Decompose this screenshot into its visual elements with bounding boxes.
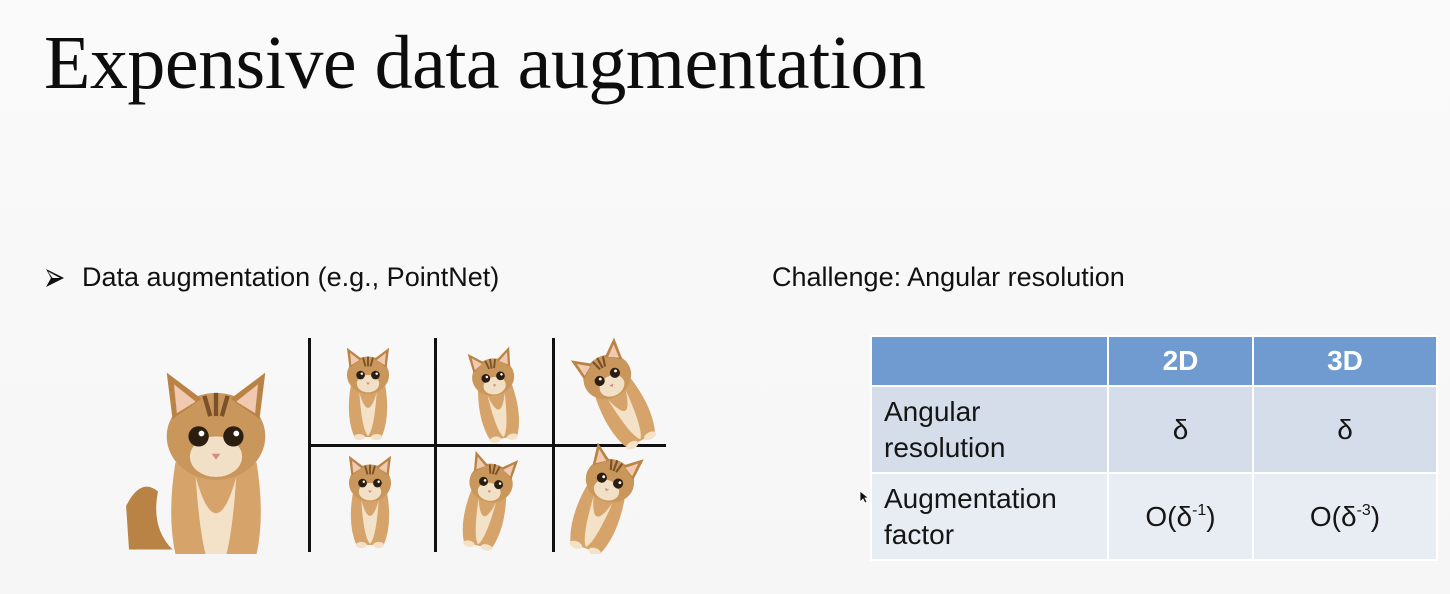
table-header-row: 2D 3D bbox=[870, 335, 1438, 387]
formula-base: O(δ bbox=[1309, 500, 1357, 532]
bullet-text: Data augmentation (e.g., PointNet) bbox=[82, 262, 500, 292]
row-label-line: factor bbox=[884, 518, 955, 550]
table-header-cell bbox=[870, 335, 1109, 387]
table-header-2d: 2D bbox=[1107, 335, 1254, 387]
formula-close: ) bbox=[1370, 500, 1381, 532]
cell-2d: δ bbox=[1107, 385, 1254, 474]
formula-close: ) bbox=[1206, 500, 1216, 532]
table-row: Augmentation factor O(δ-1) O(δ-3) bbox=[870, 472, 1438, 561]
cell-3d: δ bbox=[1252, 385, 1438, 474]
row-label-line: resolution bbox=[884, 431, 1006, 463]
augmentation-image bbox=[126, 336, 666, 554]
row-label: Augmentation factor bbox=[870, 472, 1109, 561]
row-label-line: Augmentation bbox=[884, 482, 1057, 514]
slide-title: Expensive data augmentation bbox=[44, 21, 926, 105]
large-kitten-image bbox=[126, 373, 265, 554]
formula-base: O(δ bbox=[1145, 500, 1193, 532]
mouse-pointer-icon bbox=[859, 490, 869, 504]
arrowhead-bullet-icon bbox=[46, 268, 64, 287]
augmentation-image-grid bbox=[120, 336, 670, 554]
table-row: Angular resolution δ δ bbox=[870, 385, 1438, 474]
row-label: Angular resolution bbox=[870, 385, 1109, 474]
challenge-text: Challenge: Angular resolution bbox=[772, 262, 1125, 292]
table-header-3d: 3D bbox=[1252, 335, 1438, 387]
formula-exponent: -1 bbox=[1192, 501, 1207, 519]
angular-resolution-table: 2D 3D Angular resolution δ δ Augmentatio… bbox=[870, 335, 1438, 561]
formula-exponent: -3 bbox=[1356, 501, 1371, 519]
slide: Expensive data augmentation Data augment… bbox=[0, 0, 1450, 594]
row-label-line: Angular bbox=[884, 395, 981, 427]
cell-3d: O(δ-3) bbox=[1252, 472, 1438, 561]
bullet-item: Data augmentation (e.g., PointNet) bbox=[44, 262, 499, 293]
cell-2d: O(δ-1) bbox=[1107, 472, 1254, 561]
